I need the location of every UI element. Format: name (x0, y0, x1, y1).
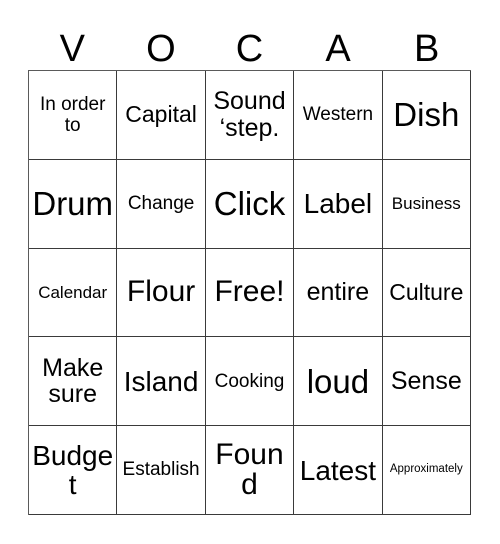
bingo-cell-text: Dish (393, 96, 460, 134)
bingo-cell[interactable]: Cooking (205, 337, 295, 427)
bingo-header-letter-1: V (59, 28, 85, 70)
bingo-cell-text: Sound ‘step. (213, 87, 286, 142)
bingo-cell[interactable]: Label (294, 159, 383, 249)
bingo-cell-text: Culture (389, 279, 464, 306)
bingo-cell-text: loud (306, 362, 370, 400)
bingo-cell[interactable]: Latest (294, 426, 383, 515)
bingo-cell[interactable]: loud (294, 337, 383, 427)
bingo-cell[interactable]: Change (117, 159, 206, 249)
bingo-cell[interactable]: Found (205, 426, 295, 515)
bingo-cell-text: Business (391, 194, 461, 214)
bingo-cell[interactable]: Western (294, 71, 383, 160)
bingo-cell[interactable]: Budget (29, 426, 118, 515)
bingo-header-letter-5: B (413, 28, 440, 70)
bingo-cell[interactable]: Sense (382, 337, 471, 427)
bingo-cell[interactable]: In order to (29, 71, 118, 160)
bingo-cell-text: Capital (125, 101, 197, 128)
bingo-cell-text: Flour (126, 275, 196, 309)
bingo-cell[interactable]: Dish (382, 71, 471, 160)
bingo-cell[interactable]: Free! (205, 248, 295, 338)
bingo-cell-text: Budget (32, 439, 114, 501)
bingo-header-letter-2: O (146, 28, 176, 70)
bingo-cell-text: Click (213, 185, 286, 223)
bingo-header-letter-3: C (235, 28, 264, 70)
bingo-cell-text: Sense (390, 367, 462, 396)
bingo-cell[interactable]: Island (117, 337, 206, 427)
bingo-cell-text: Latest (299, 454, 377, 486)
bingo-cell-text: Free! (214, 275, 285, 309)
bingo-cell[interactable]: Approximately (382, 426, 471, 515)
bingo-cell[interactable]: Drum (29, 159, 118, 249)
bingo-cell[interactable]: Capital (117, 71, 206, 160)
bingo-cell-text: Island (123, 365, 199, 397)
bingo-cell[interactable]: Calendar (29, 248, 118, 338)
bingo-cell-text: Cooking (214, 370, 285, 392)
bingo-cell-text: Drum (32, 185, 114, 223)
bingo-cell-text: Calendar (38, 282, 108, 302)
bingo-cell[interactable]: Business (382, 159, 471, 249)
bingo-cell-text: Label (303, 188, 373, 220)
bingo-cell-text: Establish (122, 459, 200, 481)
bingo-grid: In order to Capital Sound ‘step. Western Dis… (28, 70, 471, 515)
bingo-header-letter-4: A (325, 28, 351, 70)
bingo-header-row: V O C A B (28, 18, 471, 70)
bingo-cell-text: Western (302, 104, 374, 126)
bingo-cell-text: Change (127, 193, 195, 215)
bingo-cell[interactable]: Sound ‘step. (205, 71, 295, 160)
bingo-cell-text: Found (215, 437, 284, 502)
bingo-cell[interactable]: Click (205, 159, 295, 249)
bingo-cell[interactable]: entire (294, 248, 383, 338)
bingo-cell-text: entire (306, 278, 370, 307)
bingo-cell-text: Make sure (42, 353, 104, 409)
bingo-cell[interactable]: Culture (382, 248, 471, 338)
bingo-cell[interactable]: Establish (117, 426, 206, 515)
bingo-cell-text: In order to (39, 93, 106, 136)
bingo-cell[interactable]: Make sure (29, 337, 118, 427)
bingo-card: V O C A B In order to Capital Sound ‘step.… (0, 0, 500, 544)
bingo-cell[interactable]: Flour (117, 248, 206, 338)
bingo-cell-text: Approximately (389, 463, 463, 476)
